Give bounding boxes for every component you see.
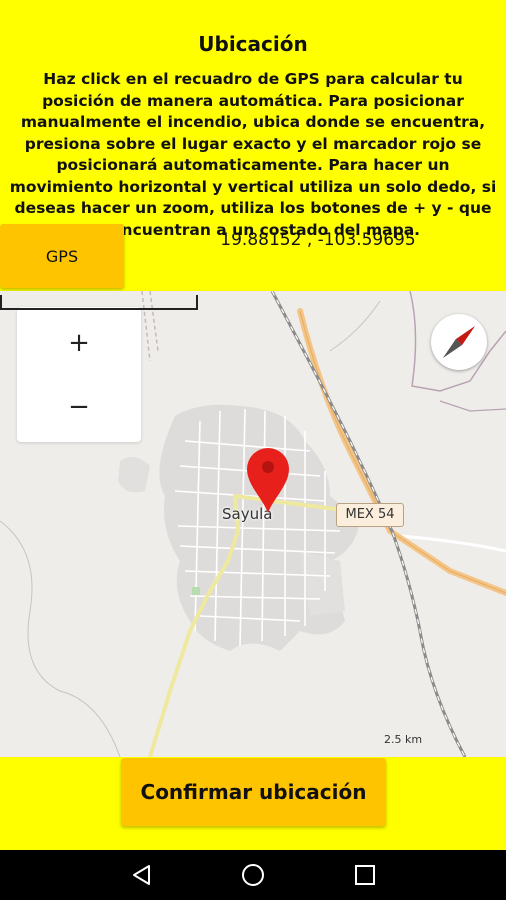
- coordinates-readout: 19.88152 , -103.59695: [220, 230, 416, 250]
- system-navigation-bar: [0, 850, 506, 900]
- back-triangle-icon[interactable]: [112, 850, 172, 900]
- page-title: Ubicación: [198, 32, 308, 56]
- confirm-location-button[interactable]: Confirmar ubicación: [121, 758, 386, 826]
- map-view[interactable]: + − Sayula MEX 54 2.5 km: [0, 291, 506, 757]
- scale-bar: [0, 295, 198, 310]
- zoom-out-button[interactable]: −: [17, 377, 141, 437]
- home-circle-icon[interactable]: [223, 850, 283, 900]
- compass-icon[interactable]: [431, 314, 487, 370]
- highway-shield: MEX 54: [336, 503, 404, 527]
- zoom-in-button[interactable]: +: [17, 313, 141, 373]
- location-marker-icon[interactable]: [245, 447, 291, 513]
- instructions-text: Haz click en el recuadro de GPS para cal…: [9, 70, 497, 239]
- scale-bar-label: 2.5 km: [383, 733, 423, 746]
- zoom-controls: + −: [17, 307, 141, 442]
- recents-square-icon[interactable]: [335, 850, 395, 900]
- location-screen: Ubicación Haz click en el recuadro de GP…: [0, 0, 506, 900]
- gps-button[interactable]: GPS: [0, 224, 124, 288]
